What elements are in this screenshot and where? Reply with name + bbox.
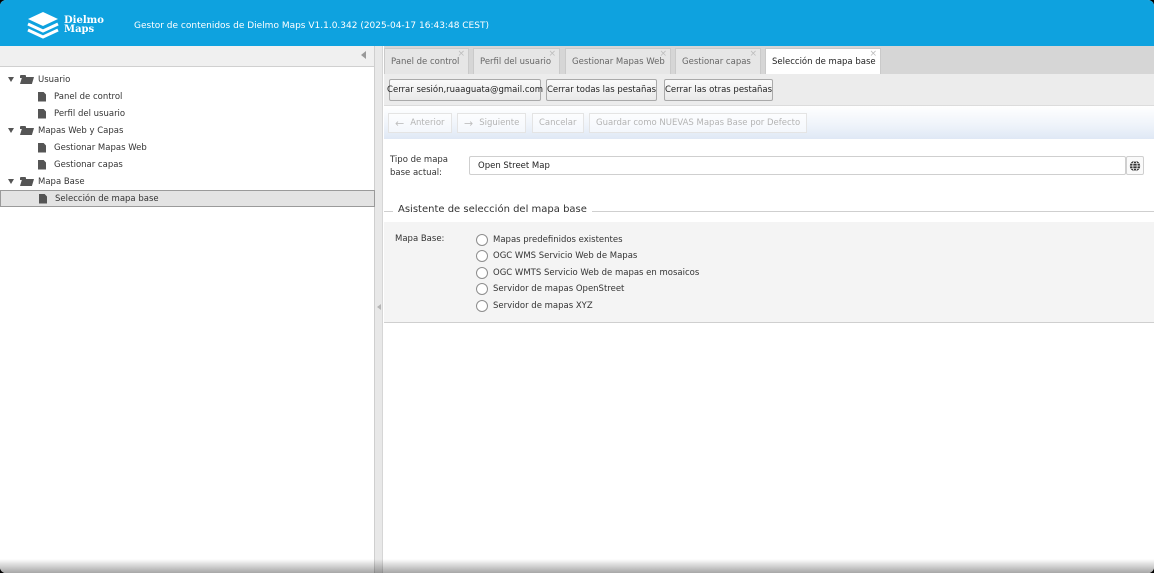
tab-bar: Panel de control × Perfil del usuario × … xyxy=(384,46,1154,74)
close-other-tabs-button[interactable]: Cerrar las otras pestañas xyxy=(664,79,773,101)
basemap-assistant-fieldset: Asistente de selección del mapa base Map… xyxy=(384,204,1154,323)
tab-close-icon[interactable]: × xyxy=(457,50,465,59)
app-window: Dielmo Maps Gestor de contenidos de Diel… xyxy=(0,0,1154,573)
tree-folder-usuario[interactable]: Usuario xyxy=(0,71,375,88)
tab-gestionar-mapas-web[interactable]: Gestionar Mapas Web × xyxy=(565,48,671,74)
radio-option-predefined[interactable]: Mapas predefinidos existentes xyxy=(476,233,623,247)
folder-open-icon xyxy=(20,75,34,84)
next-button[interactable]: → Siguiente xyxy=(457,113,527,133)
splitter-arrow-icon[interactable] xyxy=(377,304,381,310)
radio-label: Mapas predefinidos existentes xyxy=(493,235,623,245)
tree-item-gestionar-capas[interactable]: Gestionar capas xyxy=(0,156,375,173)
tree-folder-mapas-web-y-capas[interactable]: Mapas Web y Capas xyxy=(0,122,375,139)
tab-label: Panel de control xyxy=(391,56,460,67)
basemap-field-label: Mapa Base: xyxy=(395,234,445,244)
tree-item-perfil-del-usuario[interactable]: Perfil del usuario xyxy=(0,105,375,122)
document-icon xyxy=(39,193,47,204)
folder-open-icon xyxy=(20,126,34,135)
tree-item-label: Usuario xyxy=(38,74,71,85)
folder-open-icon xyxy=(20,177,34,186)
previous-button[interactable]: ← Anterior xyxy=(388,113,452,133)
current-basemap-field[interactable]: Open Street Map xyxy=(469,156,1126,175)
tree-folder-mapa-base[interactable]: Mapa Base xyxy=(0,173,375,190)
tree-item-label: Gestionar capas xyxy=(54,159,123,170)
arrow-left-icon: ← xyxy=(395,116,405,130)
tree-item-label: Mapa Base xyxy=(38,176,85,187)
assistant-legend: Asistente de selección del mapa base xyxy=(393,204,592,215)
collapse-panel-icon[interactable] xyxy=(361,51,366,59)
tree-item-label: Panel de control xyxy=(54,91,123,102)
radio-button[interactable] xyxy=(476,300,488,312)
dielmo-layers-logo-icon xyxy=(27,12,59,39)
tree-item-panel-de-control[interactable]: Panel de control xyxy=(0,88,375,105)
radio-option-wmts[interactable]: OGC WMTS Servicio Web de mapas en mosaic… xyxy=(476,266,699,280)
radio-label: OGC WMS Servicio Web de Mapas xyxy=(493,251,638,261)
tab-seleccion-de-mapa-base[interactable]: Selección de mapa base × xyxy=(765,48,881,74)
logo-text: Dielmo Maps xyxy=(64,16,104,35)
current-basemap-label: Tipo de mapa base actual: xyxy=(390,155,449,178)
navigation-panel: Usuario Panel de control Perfil del usua… xyxy=(0,46,375,573)
tab-close-icon[interactable]: × xyxy=(659,50,667,59)
radio-button[interactable] xyxy=(476,250,488,262)
radio-label: OGC WMTS Servicio Web de mapas en mosaic… xyxy=(493,268,700,278)
radio-button[interactable] xyxy=(476,283,488,295)
expand-arrow-icon[interactable] xyxy=(8,179,14,184)
expand-arrow-icon[interactable] xyxy=(8,128,14,133)
globe-icon xyxy=(1129,159,1141,172)
expand-arrow-icon[interactable] xyxy=(8,77,14,82)
tree-item-label: Perfil del usuario xyxy=(54,108,126,119)
navigation-toolbar xyxy=(0,46,374,67)
document-icon xyxy=(38,142,46,153)
previous-label: Anterior xyxy=(410,118,445,128)
tab-close-icon[interactable]: × xyxy=(548,50,556,59)
tree-item-seleccion-de-mapa-base[interactable]: Selección de mapa base xyxy=(0,190,375,207)
tab-gestionar-capas[interactable]: Gestionar capas × xyxy=(675,48,761,74)
document-icon xyxy=(38,159,46,170)
radio-button[interactable] xyxy=(476,267,488,279)
next-label: Siguiente xyxy=(479,118,520,128)
arrow-right-icon: → xyxy=(464,116,474,130)
radio-label: Servidor de mapas OpenStreet xyxy=(493,284,625,294)
tree-item-gestionar-mapas-web[interactable]: Gestionar Mapas Web xyxy=(0,139,375,156)
globe-button[interactable] xyxy=(1126,156,1144,175)
actions-toolbar: Cerrar sesión,ruaaguata@gmail.com Cerrar… xyxy=(384,74,1154,106)
content-panel: Panel de control × Perfil del usuario × … xyxy=(384,46,1154,573)
radio-option-wms[interactable]: OGC WMS Servicio Web de Mapas xyxy=(476,249,637,263)
document-icon xyxy=(38,108,46,119)
wizard-toolbar: ← Anterior → Siguiente Cancelar Guardar … xyxy=(384,106,1154,139)
tab-panel-de-control[interactable]: Panel de control × xyxy=(384,48,469,74)
cancel-button[interactable]: Cancelar xyxy=(532,113,584,133)
app-header: Dielmo Maps Gestor de contenidos de Diel… xyxy=(0,0,1154,46)
radio-label: Servidor de mapas XYZ xyxy=(493,301,593,311)
tab-label: Selección de mapa base xyxy=(772,56,876,67)
close-all-tabs-button[interactable]: Cerrar todas las pestañas xyxy=(546,79,657,101)
tree-item-label: Mapas Web y Capas xyxy=(38,125,124,136)
tab-perfil-del-usuario[interactable]: Perfil del usuario × xyxy=(473,48,560,74)
tree-item-label: Selección de mapa base xyxy=(55,193,159,204)
tab-label: Gestionar capas xyxy=(682,56,751,67)
tab-close-icon[interactable]: × xyxy=(749,50,757,59)
document-icon xyxy=(38,91,46,102)
tree-item-label: Gestionar Mapas Web xyxy=(54,142,147,153)
save-default-basemaps-button[interactable]: Guardar como NUEVAS Mapas Base por Defec… xyxy=(589,113,808,133)
tab-label: Gestionar Mapas Web xyxy=(572,56,665,67)
radio-option-openstreet[interactable]: Servidor de mapas OpenStreet xyxy=(476,282,624,296)
tab-close-icon[interactable]: × xyxy=(869,50,877,59)
radio-option-xyz[interactable]: Servidor de mapas XYZ xyxy=(476,299,593,313)
logo-text-line2: Maps xyxy=(64,24,95,35)
tab-label: Perfil del usuario xyxy=(480,56,552,67)
logout-button[interactable]: Cerrar sesión,ruaaguata@gmail.com xyxy=(387,79,543,101)
app-title: Gestor de contenidos de Dielmo Maps V1.1… xyxy=(134,21,489,31)
radio-button[interactable] xyxy=(476,234,488,246)
panel-splitter[interactable] xyxy=(375,46,383,573)
